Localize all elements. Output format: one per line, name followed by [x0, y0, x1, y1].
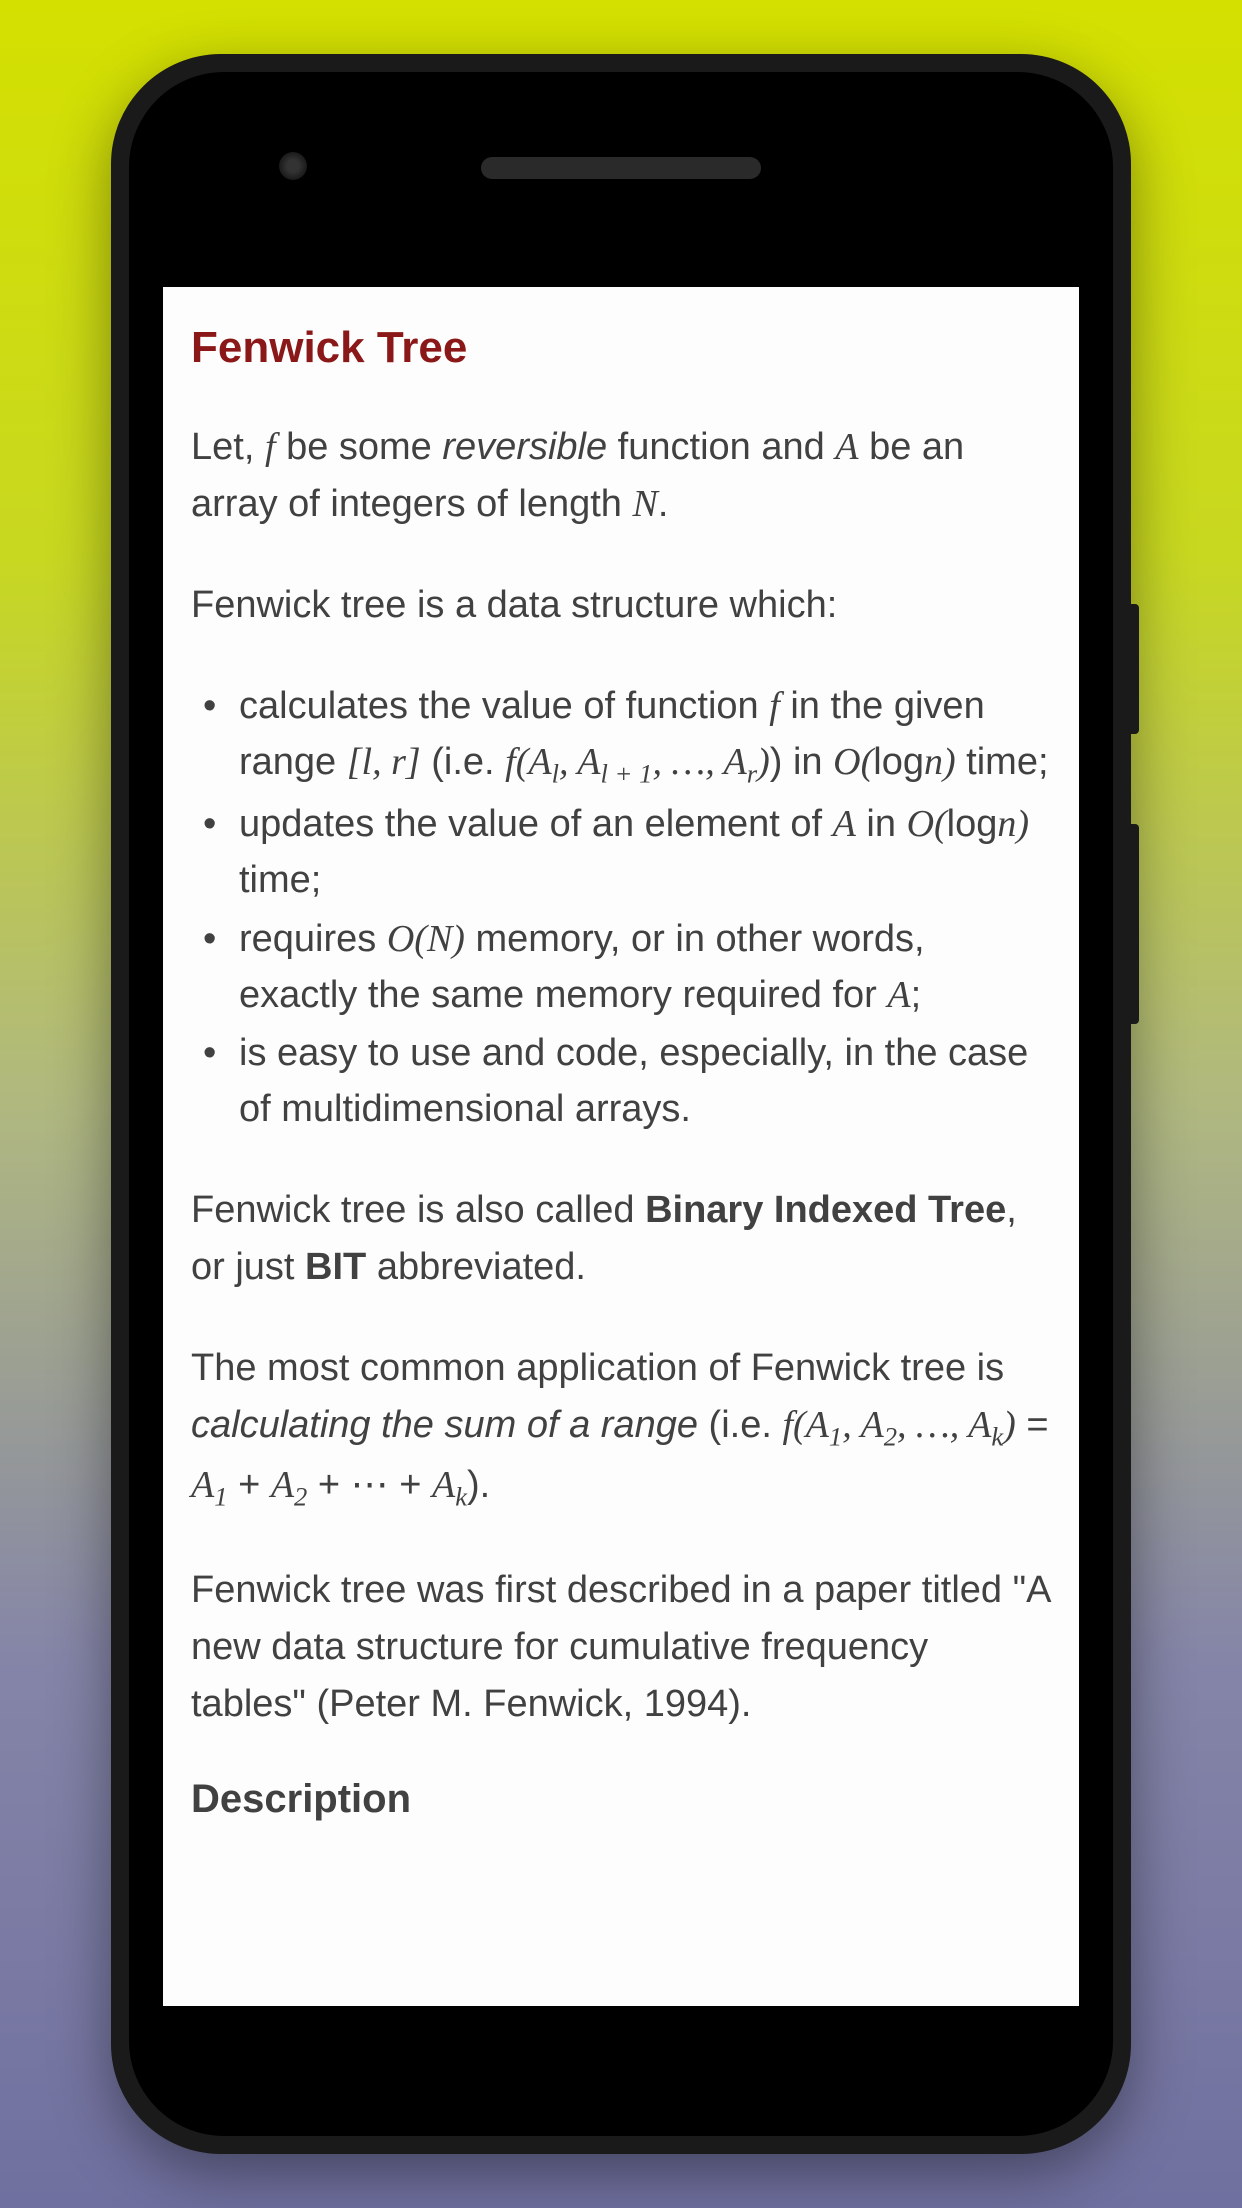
history-paragraph: Fenwick tree was first described in a pa… — [191, 1562, 1051, 1733]
aka-paragraph: Fenwick tree is also called Binary Index… — [191, 1182, 1051, 1296]
definition-lead: Fenwick tree is a data structure which: — [191, 577, 1051, 634]
math-N: N — [632, 483, 657, 525]
volume-button — [1131, 824, 1139, 1024]
section-heading: Description — [191, 1777, 1051, 1822]
application-paragraph: The most common application of Fenwick t… — [191, 1340, 1051, 1518]
article-content: Fenwick Tree Let, f be some reversible f… — [163, 287, 1079, 2006]
bold-term: Binary Indexed Tree — [645, 1189, 1006, 1231]
list-item: is easy to use and code, especially, in … — [239, 1025, 1051, 1137]
list-item: calculates the value of function f in th… — [239, 678, 1051, 794]
math-A: A — [835, 426, 858, 468]
feature-list: calculates the value of function f in th… — [191, 678, 1051, 1138]
power-button — [1131, 604, 1139, 734]
page-title: Fenwick Tree — [191, 323, 1051, 373]
bold-term: BIT — [305, 1246, 366, 1288]
front-camera — [279, 152, 307, 180]
speaker-grille — [481, 157, 761, 179]
emph-reversible: reversible — [442, 426, 607, 468]
math-f: f — [265, 426, 276, 468]
phone-bezel: Fenwick Tree Let, f be some reversible f… — [129, 72, 1113, 2136]
list-item: updates the value of an element of A in … — [239, 796, 1051, 908]
list-item: requires O(N) memory, or in other words,… — [239, 911, 1051, 1023]
phone-mockup-frame: Fenwick Tree Let, f be some reversible f… — [111, 54, 1131, 2154]
intro-paragraph: Let, f be some reversible function and A… — [191, 419, 1051, 533]
screen-viewport[interactable]: Fenwick Tree Let, f be some reversible f… — [163, 287, 1079, 2006]
